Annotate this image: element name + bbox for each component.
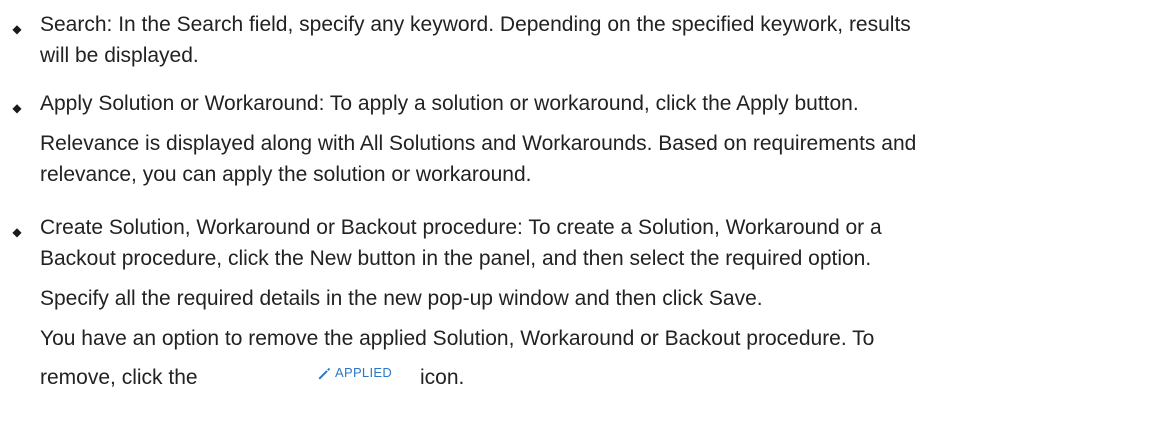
bullet-create-line-2: Backout procedure, click the New button … [40,247,872,270]
remove-instruction-suffix: icon. [420,366,465,389]
applied-badge: APPLIED [317,363,392,383]
bullet-create-paragraph-2-line-2: remove, click the APPLIED icon. [40,363,540,393]
applied-badge-label: APPLIED [335,365,393,380]
document-body: Search: In the Search field, specify any… [0,0,1162,432]
bullet-apply-paragraph-line-2: relevance, you can apply the solution or… [40,163,532,186]
diamond-bullet-icon [10,101,24,115]
bullet-create-paragraph-2-line-1: You have an option to remove the applied… [40,327,875,350]
bullet-create-line-1: Create Solution, Workaround or Backout p… [40,216,882,239]
bullet-apply-paragraph-line-1: Relevance is displayed along with All So… [40,132,917,155]
bullet-create-paragraph-1: Specify all the required details in the … [40,287,763,310]
diamond-bullet-icon [10,22,24,36]
bullet-apply-line-1: Apply Solution or Workaround: To apply a… [40,92,859,115]
diamond-bullet-icon [10,225,24,239]
bullet-search-line-1: Search: In the Search field, specify any… [40,13,911,36]
bullet-search-line-2: will be displayed. [40,44,199,67]
pencil-icon [318,367,330,379]
remove-instruction-text: remove, click the [40,366,198,389]
